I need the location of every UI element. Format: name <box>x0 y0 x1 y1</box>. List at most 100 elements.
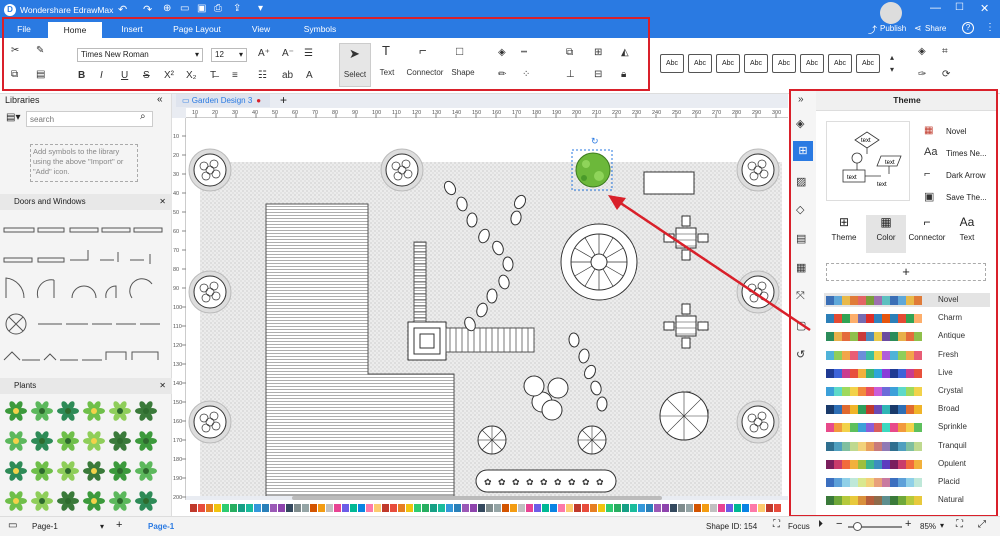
style-preset-7[interactable]: Abc <box>828 54 852 73</box>
ruler-tick-label: 40 <box>173 191 179 197</box>
minimize-icon[interactable]: — <box>930 2 941 14</box>
style-preset-4[interactable]: Abc <box>744 54 768 73</box>
ruler-tick-label: 80 <box>332 110 338 116</box>
close-icon[interactable]: ✕ <box>159 194 166 210</box>
horizontal-scrollbar[interactable] <box>292 496 662 500</box>
doors-windows-symbols <box>0 214 172 369</box>
print-icon[interactable]: ⎙ <box>214 3 222 14</box>
plant-symbol <box>83 401 105 421</box>
plant-symbol <box>5 491 27 511</box>
plant-symbol <box>5 461 27 481</box>
flower-symbol: ✿ <box>526 477 534 487</box>
more-dropdown-icon[interactable]: ▾ <box>258 3 263 14</box>
plant-shapes[interactable] <box>0 397 172 516</box>
replace-icon[interactable]: ⟳ <box>942 69 950 81</box>
undo-icon[interactable]: ↶ <box>118 3 127 16</box>
plant-symbol <box>57 461 79 481</box>
flower-symbol: ✿ <box>498 477 506 487</box>
maximize-icon[interactable]: ☐ <box>955 2 964 13</box>
palette-swatch <box>326 504 333 512</box>
palette-swatch <box>766 504 773 512</box>
add-page-button[interactable]: + <box>116 519 122 531</box>
palette-swatch <box>710 504 717 512</box>
ruler-tick-label: 110 <box>173 324 182 330</box>
zoom-dropdown-icon[interactable]: ▾ <box>940 521 944 530</box>
publish-button[interactable]: Publish <box>880 24 906 33</box>
palette-swatch <box>614 504 621 512</box>
export-icon[interactable]: ⇪ <box>233 3 241 14</box>
save-icon[interactable]: ▣ <box>197 3 206 14</box>
palette-swatch <box>214 504 221 512</box>
ruler-tick-label: 160 <box>173 419 182 425</box>
palette-swatch <box>294 504 301 512</box>
color-palette-strip[interactable] <box>190 502 788 514</box>
crop-icon[interactable]: ⌗ <box>942 46 948 58</box>
app-logo-icon: D <box>4 4 16 16</box>
settings-icon[interactable]: ⋮ <box>985 22 995 33</box>
ruler-tick-label: 240 <box>652 110 661 116</box>
status-bar: ▭ Page-1 ▾ + Page-1 Shape ID: 154 ⛶ Focus… <box>0 516 1000 536</box>
ruler-tick-label: 260 <box>692 110 701 116</box>
section-plants[interactable]: Plants ✕ <box>0 378 172 394</box>
palette-swatch <box>246 504 253 512</box>
publish-icon[interactable]: ⤴ <box>868 23 877 36</box>
focus-icon[interactable]: ⛶ <box>773 519 780 530</box>
style-painter-icon[interactable]: ✑ <box>918 69 926 81</box>
style-preset-5[interactable]: Abc <box>772 54 796 73</box>
palette-swatch <box>478 504 485 512</box>
focus-button[interactable]: Focus <box>788 522 810 531</box>
add-page-icon[interactable]: + <box>280 93 287 107</box>
close-icon[interactable]: ✕ <box>980 2 989 15</box>
door-window-shapes[interactable] <box>0 214 172 369</box>
fill-bucket-icon[interactable]: ◈ <box>918 46 926 58</box>
ruler-tick-label: 200 <box>173 495 182 500</box>
play-icon[interactable]: ⏵ <box>818 519 823 530</box>
ruler-tick-label: 110 <box>392 110 401 116</box>
plant-symbol <box>135 431 157 451</box>
plant-symbol <box>31 461 53 481</box>
zoom-in-icon[interactable]: + <box>905 518 911 530</box>
ruler-tick-label: 50 <box>173 210 179 216</box>
redo-icon[interactable]: ↷ <box>143 3 152 16</box>
palette-swatch <box>518 504 525 512</box>
help-icon[interactable]: ? <box>962 22 974 34</box>
style-preset-6[interactable]: Abc <box>800 54 824 73</box>
palette-swatch <box>574 504 581 512</box>
palette-swatch <box>470 504 477 512</box>
share-icon[interactable]: ⋖ <box>914 23 922 34</box>
close-icon[interactable]: ✕ <box>159 378 166 394</box>
fullscreen-icon[interactable]: ⤢ <box>978 519 986 530</box>
palette-swatch <box>630 504 637 512</box>
ruler-tick-label: 90 <box>352 110 358 116</box>
zoom-out-icon[interactable]: − <box>836 518 842 530</box>
open-icon[interactable]: ▭ <box>180 3 189 14</box>
plant-symbol <box>57 401 79 421</box>
new-icon[interactable]: ⊕ <box>163 3 171 14</box>
shape-id: Shape ID: 154 <box>706 522 758 531</box>
style-preset-3[interactable]: Abc <box>716 54 740 73</box>
palette-swatch <box>646 504 653 512</box>
ruler-tick-label: 40 <box>252 110 258 116</box>
library-search-input[interactable] <box>26 111 153 127</box>
library-menu-icon[interactable]: ▤▾ <box>6 112 20 123</box>
document-tab[interactable]: ▭ Garden Design 3 ● <box>176 94 270 107</box>
section-doors-windows[interactable]: Doors and Windows ✕ <box>0 194 172 210</box>
style-scroll-icon[interactable]: ▴ ▾ <box>890 52 894 76</box>
page-select[interactable]: Page-1 ▾ <box>32 520 104 534</box>
style-preset-8[interactable]: Abc <box>856 54 880 73</box>
avatar[interactable] <box>880 2 902 24</box>
zoom-level[interactable]: 85% <box>920 522 936 531</box>
search-icon[interactable]: ⌕ <box>140 111 146 122</box>
page-tab[interactable]: Page-1 <box>148 522 174 531</box>
fit-page-icon[interactable]: ⛶ <box>956 519 963 530</box>
plant-symbol <box>57 431 79 451</box>
palette-swatch <box>366 504 373 512</box>
zoom-slider-handle[interactable] <box>853 522 862 531</box>
collapse-panel-icon[interactable]: « <box>157 94 163 105</box>
plant-symbol <box>135 491 157 511</box>
page-panel-icon[interactable]: ▭ <box>8 520 17 531</box>
palette-swatch <box>502 504 509 512</box>
style-preset-2[interactable]: Abc <box>688 54 712 73</box>
style-preset-1[interactable]: Abc <box>660 54 684 73</box>
share-button[interactable]: Share <box>925 24 946 33</box>
